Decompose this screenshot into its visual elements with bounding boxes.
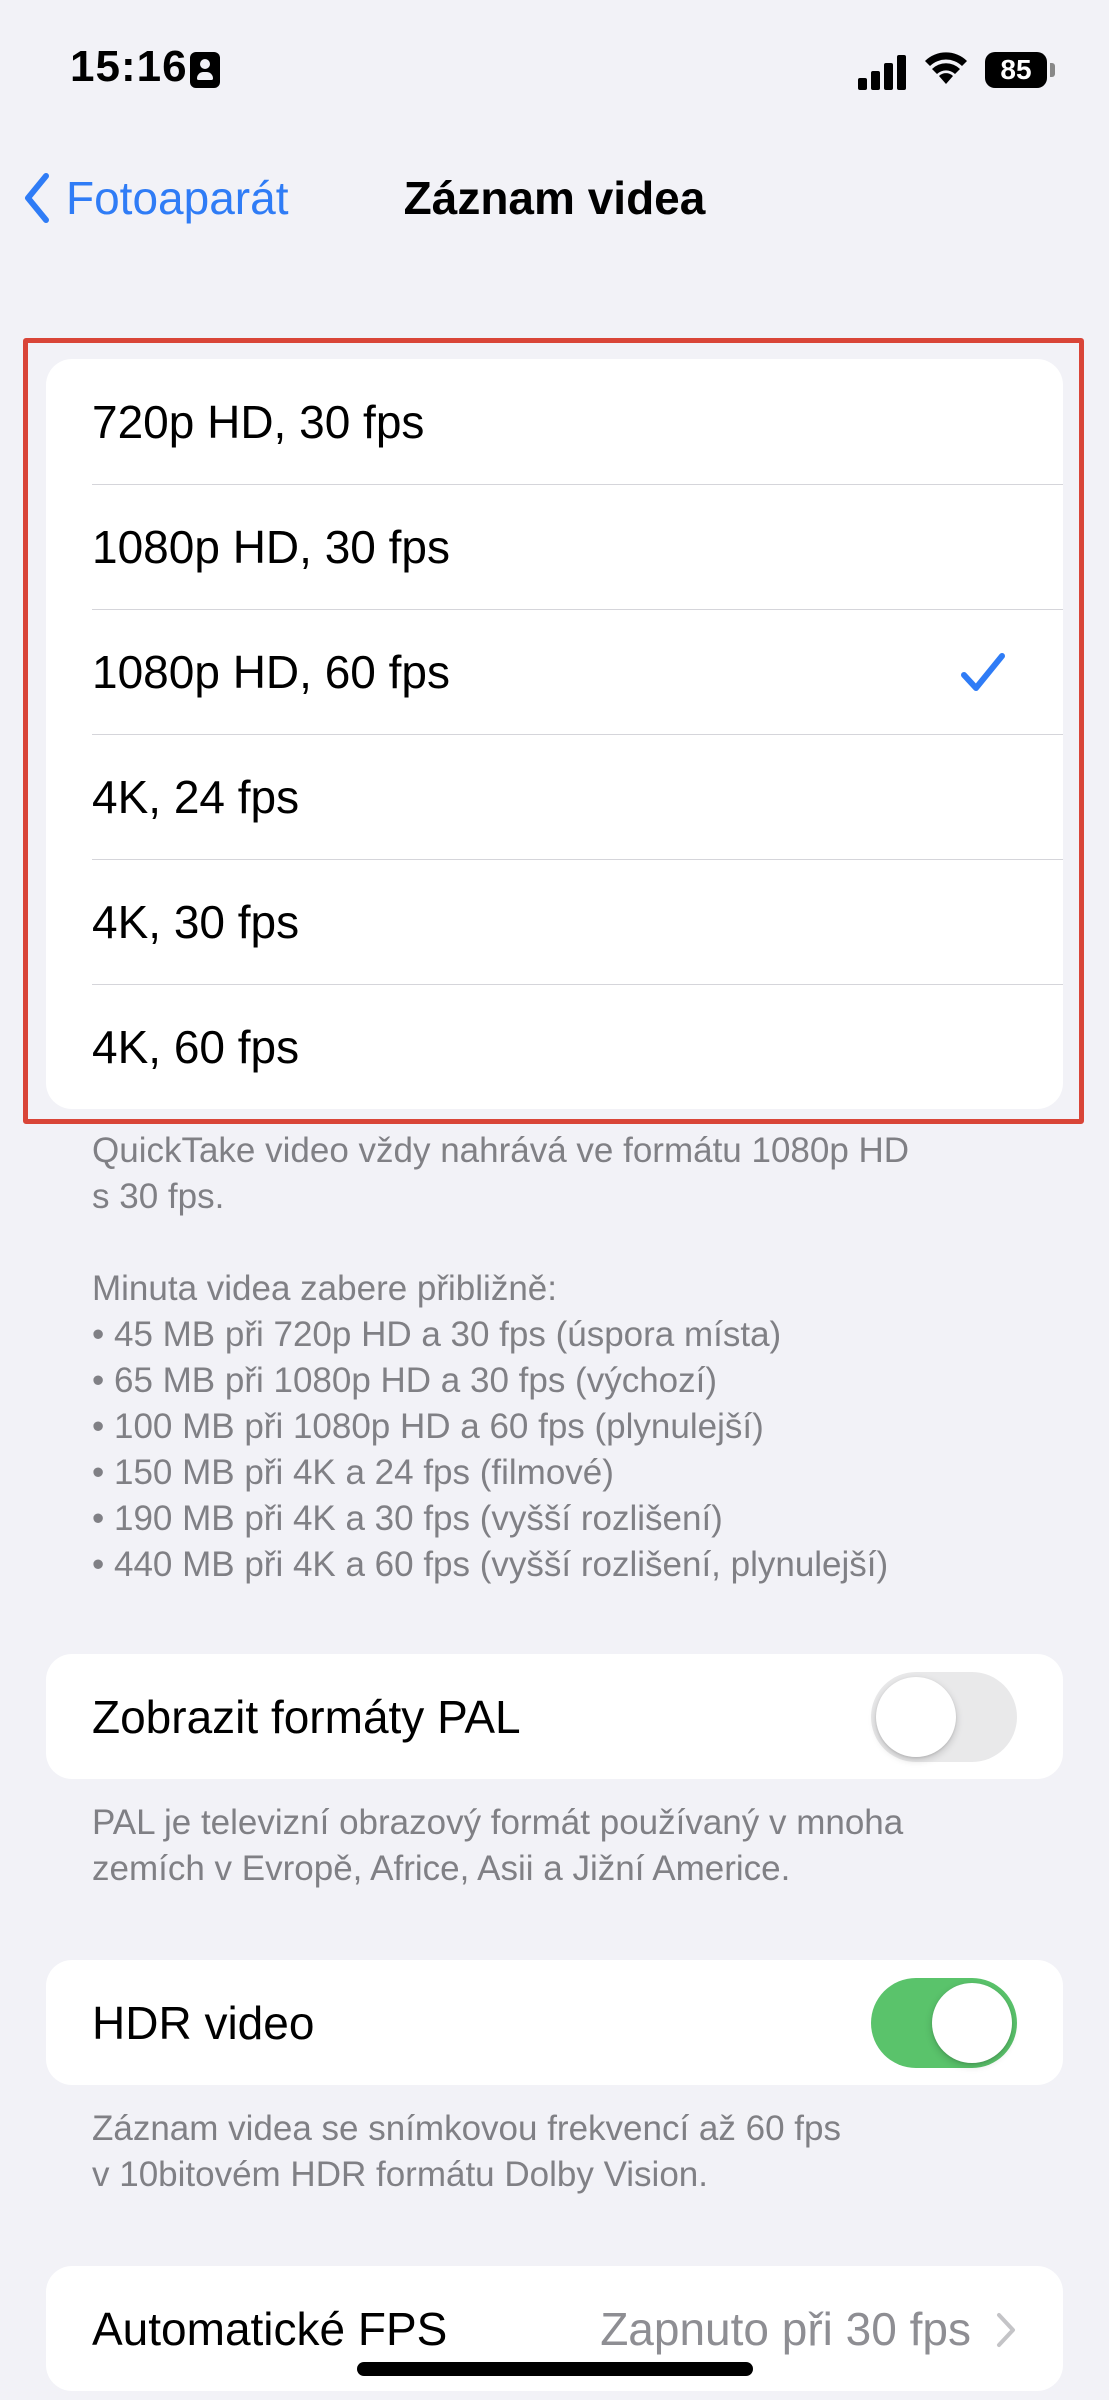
size-list-item: • 190 MB při 4K a 30 fps (vyšší rozlišen… — [92, 1499, 723, 1538]
formats-footer: QuickTake video vždy nahrává ve formátu … — [92, 1128, 1052, 1588]
pal-footer: PAL je televizní obrazový formát používa… — [92, 1800, 1052, 1892]
contact-card-icon — [190, 52, 220, 88]
hdr-setting-group: HDR video — [46, 1960, 1063, 2085]
auto-fps-label: Automatické FPS — [92, 2302, 448, 2355]
toggle-knob — [932, 1983, 1012, 2063]
auto-fps-value: Zapnuto při 30 fps — [600, 2302, 971, 2355]
format-option-label: 720p HD, 30 fps — [92, 395, 425, 448]
format-option-1080p-30[interactable]: 1080p HD, 30 fps — [46, 484, 1063, 609]
battery-indicator: 85 — [985, 52, 1047, 88]
hdr-video-row: HDR video — [46, 1960, 1063, 2085]
format-option-4k-24[interactable]: 4K, 24 fps — [46, 734, 1063, 859]
size-list-item: • 65 MB při 1080p HD a 30 fps (výchozí) — [92, 1361, 718, 1400]
pal-formats-toggle[interactable] — [871, 1672, 1017, 1762]
footer-text: QuickTake video vždy nahrává ve formátu … — [92, 1131, 910, 1170]
format-option-4k-30[interactable]: 4K, 30 fps — [46, 859, 1063, 984]
hdr-video-label: HDR video — [92, 1996, 315, 2049]
hdr-footer: Záznam videa se snímkovou frekvencí až 6… — [92, 2106, 1052, 2198]
checkmark-icon — [961, 653, 1005, 691]
size-list-item: • 150 MB při 4K a 24 fps (filmové) — [92, 1453, 614, 1492]
wifi-icon — [925, 52, 967, 84]
format-option-label: 1080p HD, 60 fps — [92, 645, 451, 698]
cellular-signal-icon — [858, 54, 908, 90]
chevron-right-icon — [997, 2313, 1015, 2347]
format-option-1080p-60[interactable]: 1080p HD, 60 fps — [46, 609, 1063, 734]
video-format-list: 720p HD, 30 fps 1080p HD, 30 fps 1080p H… — [46, 359, 1063, 1109]
format-option-label: 4K, 60 fps — [92, 1020, 300, 1073]
hdr-video-toggle[interactable] — [871, 1978, 1017, 2068]
format-option-label: 4K, 30 fps — [92, 895, 300, 948]
pal-formats-label: Zobrazit formáty PAL — [92, 1690, 521, 1743]
footer-text: Minuta videa zabere přibližně: — [92, 1269, 557, 1308]
home-indicator — [357, 2362, 753, 2376]
navigation-bar: Fotoaparát Záznam videa — [0, 150, 1109, 250]
footer-text: Záznam videa se snímkovou frekvencí až 6… — [92, 2109, 841, 2148]
status-time: 15:16 — [70, 42, 188, 91]
footer-text: zemích v Evropě, Africe, Asii a Jižní Am… — [92, 1849, 791, 1888]
toggle-knob — [876, 1677, 956, 1757]
format-option-label: 4K, 24 fps — [92, 770, 300, 823]
page-title: Záznam videa — [403, 172, 706, 224]
size-list-item: • 100 MB při 1080p HD a 60 fps (plynulej… — [92, 1407, 764, 1446]
format-option-label: 1080p HD, 30 fps — [92, 520, 451, 573]
format-option-4k-60[interactable]: 4K, 60 fps — [46, 984, 1063, 1109]
size-list-item: • 440 MB při 4K a 60 fps (vyšší rozlišen… — [92, 1545, 889, 1584]
size-list-item: • 45 MB při 720p HD a 30 fps (úspora mís… — [92, 1315, 782, 1354]
status-bar: 15:16 85 — [0, 0, 1109, 140]
format-option-720p-30[interactable]: 720p HD, 30 fps — [46, 359, 1063, 484]
footer-text: PAL je televizní obrazový formát používa… — [92, 1803, 904, 1842]
footer-text: s 30 fps. — [92, 1177, 225, 1216]
battery-cap-icon — [1050, 63, 1055, 77]
footer-text: v 10bitovém HDR formátu Dolby Vision. — [92, 2155, 708, 2194]
pal-setting-group: Zobrazit formáty PAL — [46, 1654, 1063, 1779]
pal-formats-row: Zobrazit formáty PAL — [46, 1654, 1063, 1779]
